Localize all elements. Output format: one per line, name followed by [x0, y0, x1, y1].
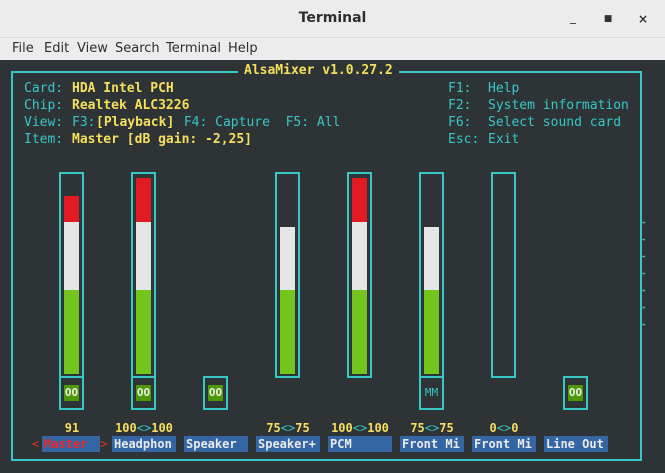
card-label: Card:: [24, 81, 64, 96]
volume-value-separator: <>: [352, 421, 368, 435]
terminal-area[interactable]: AlsaMixer v1.0.27.2 Card: HDA Intel PCH …: [0, 60, 665, 473]
mute-switch[interactable]: OO: [563, 376, 588, 410]
volume-value: 75<>75: [250, 421, 326, 435]
mute-switch[interactable]: OO: [59, 376, 84, 410]
volume-bar[interactable]: [275, 172, 300, 378]
volume-value-separator: <>: [280, 421, 296, 435]
key-esc-desc: Exit: [488, 132, 520, 147]
volume-value-left: 75: [410, 421, 425, 435]
volume-value-separator: <>: [136, 421, 152, 435]
mute-switch[interactable]: OO: [131, 376, 156, 410]
volume-value-left: 100: [115, 421, 137, 435]
more-channels-arrow-icon: →: [640, 269, 646, 279]
view-playback[interactable]: [Playback]: [96, 115, 174, 130]
mute-switch-state: OO: [64, 385, 79, 401]
menu-search[interactable]: Search: [115, 41, 160, 56]
channel-name[interactable]: Master: [42, 436, 100, 452]
item-label: Item:: [24, 132, 64, 147]
maximize-button[interactable]: ■: [599, 10, 617, 28]
window-titlebar[interactable]: Terminal _ ■ ×: [0, 0, 665, 38]
volume-value-left: 0: [489, 421, 497, 435]
more-channels-arrow-icon: →: [640, 303, 646, 313]
more-channels-arrow-icon: →: [640, 235, 646, 245]
mute-switch-state: OO: [136, 385, 151, 401]
channel-name[interactable]: Front Mi: [472, 436, 536, 452]
menu-help[interactable]: Help: [228, 41, 258, 56]
mute-switch[interactable]: MM: [419, 376, 444, 410]
key-esc: Esc:: [448, 132, 480, 147]
volume-value-right: 0: [511, 421, 519, 435]
view-label: View:: [24, 115, 64, 130]
channel-name[interactable]: Speaker+: [256, 436, 320, 452]
volume-value-left: 100: [331, 421, 353, 435]
chip-label: Chip:: [24, 98, 64, 113]
menu-terminal[interactable]: Terminal: [166, 41, 221, 56]
volume-bar[interactable]: [347, 172, 372, 378]
view-other-modes[interactable]: F4: Capture F5: All: [176, 115, 341, 130]
volume-value-separator: <>: [424, 421, 440, 435]
volume-level-white: [136, 222, 151, 290]
app-title: AlsaMixer v1.0.27.2: [238, 63, 399, 78]
volume-level-red: [64, 196, 79, 222]
volume-value-right: 100: [367, 421, 389, 435]
more-channels-arrow-icon: →: [640, 252, 646, 262]
volume-bar[interactable]: [419, 172, 444, 378]
volume-level-white: [64, 222, 79, 290]
channel-name[interactable]: Line Out: [544, 436, 608, 452]
minimize-button[interactable]: _: [564, 8, 582, 26]
volume-value-separator: <>: [496, 421, 512, 435]
volume-level-green: [280, 290, 295, 374]
volume-value-right: 75: [295, 421, 310, 435]
channel-name[interactable]: PCM: [328, 436, 392, 452]
view-f3-key: F3:: [72, 115, 96, 130]
more-channels-arrow-icon: →: [640, 218, 646, 228]
card-value: HDA Intel PCH: [72, 81, 174, 96]
menu-bar: File Edit View Search Terminal Help: [0, 38, 665, 60]
volume-value-right: 75: [439, 421, 454, 435]
item-value: Master [dB gain: -2,25]: [72, 132, 253, 147]
menu-file[interactable]: File: [12, 41, 34, 56]
key-f1: F1:: [448, 81, 472, 96]
chip-value: Realtek ALC3226: [72, 98, 190, 113]
volume-value: 0<>0: [466, 421, 542, 435]
volume-level-green: [352, 290, 367, 374]
volume-level-white: [352, 222, 367, 290]
key-f2: F2:: [448, 98, 472, 113]
menu-edit[interactable]: Edit: [44, 41, 69, 56]
menu-view[interactable]: View: [77, 41, 108, 56]
volume-level-white: [280, 227, 295, 290]
volume-level-red: [352, 178, 367, 222]
mute-switch[interactable]: OO: [203, 376, 228, 410]
volume-bar[interactable]: [131, 172, 156, 378]
volume-bar[interactable]: [59, 172, 84, 378]
selected-right-marker-icon: >: [100, 437, 108, 451]
volume-level-green: [136, 290, 151, 374]
volume-value-left: 91: [64, 421, 80, 435]
volume-level-green: [64, 290, 79, 374]
mute-switch-state: OO: [568, 385, 583, 401]
key-f2-desc: System information: [488, 98, 629, 113]
volume-value: 75<>75: [394, 421, 470, 435]
volume-value-left: 75: [266, 421, 281, 435]
channel-name[interactable]: Speaker: [184, 436, 248, 452]
mute-switch-state: OO: [208, 385, 223, 401]
selected-left-marker-icon: <: [32, 437, 40, 451]
key-f1-desc: Help: [488, 81, 520, 96]
channel-name[interactable]: Front Mi: [400, 436, 464, 452]
volume-level-red: [136, 178, 151, 222]
key-f6-desc: Select sound card: [488, 115, 622, 130]
volume-value: 100<>100: [322, 421, 398, 435]
key-f6: F6:: [448, 115, 472, 130]
channel-name[interactable]: Headphon: [112, 436, 176, 452]
volume-level-white: [424, 227, 439, 290]
volume-value: 91: [34, 421, 110, 435]
close-button[interactable]: ×: [634, 10, 652, 28]
volume-level-green: [424, 290, 439, 374]
volume-bar[interactable]: [491, 172, 516, 378]
mute-switch-state: MM: [424, 386, 439, 399]
volume-value-right: 100: [151, 421, 173, 435]
more-channels-arrow-icon: →: [640, 320, 646, 330]
volume-value: 100<>100: [106, 421, 182, 435]
more-channels-arrow-icon: →: [640, 286, 646, 296]
